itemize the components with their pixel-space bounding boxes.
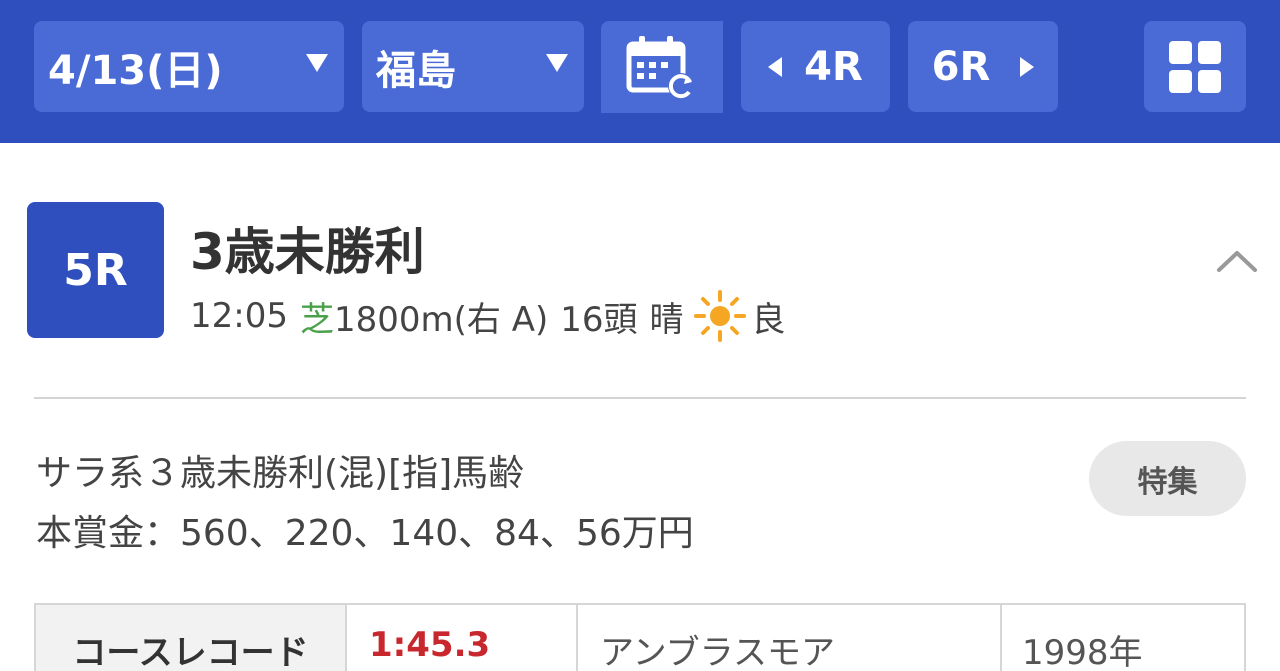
- course-record-label: コースレコード: [34, 603, 347, 671]
- course-record-year: 1998年: [1000, 603, 1246, 671]
- venue-select-label: 福島: [376, 47, 456, 94]
- race-nav-bar: 4/13(日) 福島 4R 6R: [0, 0, 1280, 143]
- course-record-time: 1:45.3: [345, 603, 578, 671]
- distance: 1800m(右 A): [333, 299, 549, 340]
- field-size: 16頭: [560, 299, 638, 340]
- dropdown-arrow-icon: [546, 54, 568, 72]
- track-condition: 良: [751, 299, 786, 340]
- next-race-label: 6R: [931, 43, 991, 90]
- race-number-badge: 5R: [27, 202, 164, 338]
- prev-race-button[interactable]: 4R: [741, 21, 890, 112]
- course-record-table: コースレコード 1:45.3 アンブラスモア 1998年: [34, 603, 1246, 671]
- calendar-button[interactable]: [601, 21, 723, 113]
- dropdown-arrow-icon: [306, 54, 328, 72]
- weather: 晴: [649, 299, 684, 340]
- date-select[interactable]: 4/13(日): [34, 21, 344, 112]
- arrow-left-icon: [768, 56, 783, 77]
- prize-money: 本賞金：560、220、140、84、56万円: [36, 513, 694, 554]
- grid-menu-icon: [1169, 40, 1221, 93]
- surface: 芝: [299, 299, 334, 340]
- feature-button[interactable]: 特集: [1089, 441, 1246, 516]
- venue-select[interactable]: 福島: [362, 21, 584, 112]
- divider: [34, 397, 1246, 399]
- date-select-label: 4/13(日): [48, 47, 223, 94]
- course-record-horse[interactable]: アンブラスモア: [576, 603, 1002, 671]
- race-meta: 12:05 芝 1800m(右 A) 16頭 晴 良: [190, 290, 786, 342]
- race-title: 3歳未勝利: [190, 223, 425, 281]
- grid-menu-button[interactable]: [1144, 21, 1246, 112]
- prev-race-label: 4R: [804, 43, 863, 90]
- next-race-button[interactable]: 6R: [908, 21, 1058, 112]
- sun-icon: [693, 290, 746, 342]
- chevron-up-icon[interactable]: [1216, 249, 1258, 273]
- race-conditions: サラ系３歳未勝利(混)[指]馬齢: [36, 453, 525, 494]
- calendar-refresh-icon: [626, 36, 694, 99]
- table-row: コースレコード 1:45.3 アンブラスモア 1998年: [34, 603, 1246, 671]
- start-time: 12:05: [190, 296, 288, 336]
- arrow-right-icon: [1020, 56, 1035, 77]
